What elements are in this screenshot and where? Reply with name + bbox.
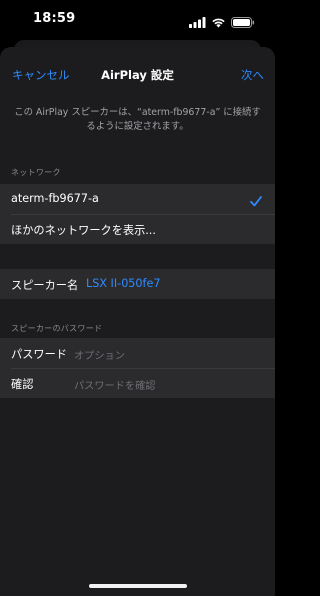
speaker-name-row[interactable]: スピーカー名 LSX II-050fe7: [0, 269, 275, 299]
page-title: AirPlay 設定: [101, 68, 174, 82]
confirm-password-input[interactable]: パスワードを確認: [74, 377, 156, 392]
password-label: パスワード: [11, 348, 67, 361]
description-text: この AirPlay スピーカーは、“aterm-fb9677-a” に接続する…: [14, 107, 261, 132]
home-indicator: [88, 584, 187, 588]
airplay-settings-sheet: キャンセル AirPlay 設定 次へ この AirPlay スピーカーは、“a…: [0, 47, 275, 596]
next-button[interactable]: 次へ: [241, 67, 264, 83]
password-input[interactable]: オプション: [74, 347, 125, 362]
wifi-icon: [211, 13, 226, 32]
confirm-password-row: 確認 パスワードを確認: [0, 368, 275, 398]
checkmark-icon: [250, 192, 262, 211]
network-item-aterm[interactable]: aterm-fb9677-a: [0, 184, 275, 214]
status-icons: [189, 13, 255, 32]
speaker-name-value[interactable]: LSX II-050fe7: [86, 277, 160, 290]
network-item-label: ほかのネットワークを表示...: [11, 224, 156, 237]
speaker-name-label: スピーカー名: [11, 279, 79, 292]
password-section-header: スピーカーのパスワード: [11, 324, 103, 333]
status-time: 18:59: [33, 11, 76, 26]
navigation-bar: キャンセル AirPlay 設定 次へ: [0, 47, 275, 103]
status-bar: 18:59: [0, 0, 275, 38]
password-group: パスワード オプション 確認 パスワードを確認: [0, 338, 275, 398]
network-section-header: ネットワーク: [11, 168, 61, 177]
network-item-other[interactable]: ほかのネットワークを表示...: [0, 214, 275, 244]
cellular-signal-icon: [189, 13, 206, 32]
network-item-label: aterm-fb9677-a: [11, 192, 99, 205]
confirm-label: 確認: [11, 378, 34, 391]
network-list: aterm-fb9677-a ほかのネットワークを表示...: [0, 184, 275, 244]
password-row: パスワード オプション: [0, 338, 275, 368]
battery-icon: [231, 13, 255, 32]
speaker-name-group: スピーカー名 LSX II-050fe7: [0, 269, 275, 299]
